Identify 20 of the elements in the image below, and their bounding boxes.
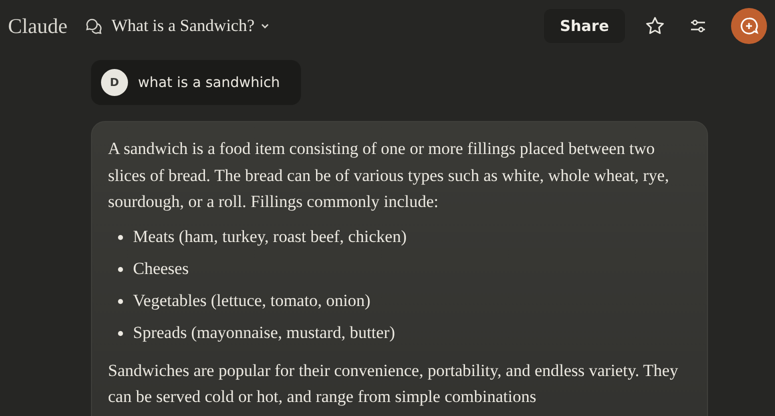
list-item-text: Spreads (mayonnaise, mustard, butter) [133,322,396,344]
chat-title-dropdown[interactable]: What is a Sandwich? [111,16,270,36]
user-message-text: what is a sandwhich [138,74,280,90]
chat-bubbles-icon [85,17,104,35]
list-item-text: Vegetables (lettuce, tomato, onion) [133,290,370,312]
logo[interactable]: Claude [8,14,68,38]
reply-paragraph: Sandwiches are popular for their convenience, portability, and endless variety. They can be served cold or hot, and range from simple combinations [108,360,680,408]
reply-paragraph: A sandwich is a food item consisting of one or more fillings placed between two slices of bread. The bread can be of various types such as white, whole wheat, rye, sourdough, or a roll. Fillings commonly include: [108,138,670,213]
bullet-icon [118,299,123,304]
bullet-icon [118,235,123,240]
new-chat-icon[interactable] [731,8,767,44]
star-icon[interactable] [645,16,665,36]
caret-icon [260,21,270,31]
list-item-text: Cheeses [133,258,189,280]
settings-sliders-icon[interactable] [689,17,707,35]
share-button[interactable]: Share [544,9,625,43]
user-avatar: D [101,69,128,96]
list-item-text: Meats (ham, turkey, roast beef, chicken) [133,226,407,248]
bullet-icon [118,267,123,272]
bullet-icon [118,331,123,336]
